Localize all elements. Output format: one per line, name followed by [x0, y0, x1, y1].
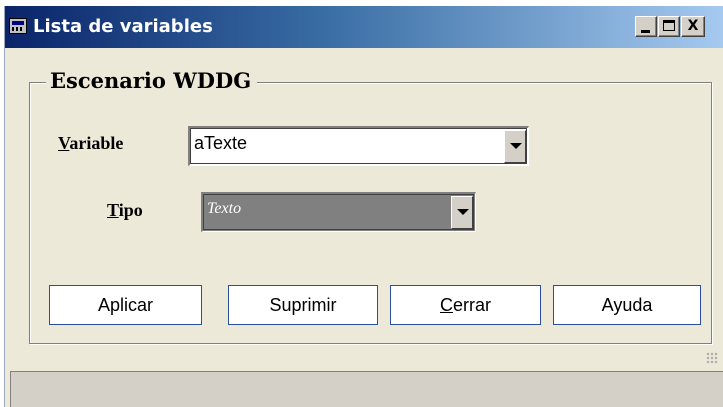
help-button[interactable]: Ayuda: [553, 285, 701, 325]
variable-select[interactable]: aTexte: [188, 126, 529, 166]
close-button-rest: errar: [452, 295, 491, 315]
minimize-button[interactable]: [635, 16, 657, 37]
tipo-dropdown-arrow-icon[interactable]: [451, 196, 473, 229]
app-window-icon[interactable]: [9, 18, 27, 34]
close-button-accel: C: [439, 295, 453, 315]
tipo-label-accel: T: [107, 200, 119, 220]
title-bar[interactable]: Lista de variables X: [5, 6, 723, 48]
variable-label-accel: V: [58, 133, 70, 153]
variable-dropdown-arrow-icon[interactable]: [504, 130, 526, 163]
maximize-icon: [663, 20, 675, 31]
minimize-icon: [641, 30, 650, 33]
variable-select-value: aTexte: [194, 133, 248, 153]
variable-label-rest: ariable: [69, 133, 124, 153]
tipo-label-rest: ipo: [118, 200, 143, 220]
window-title: Lista de variables: [33, 16, 213, 37]
close-button[interactable]: Cerrar: [390, 285, 541, 325]
close-window-button[interactable]: X: [681, 16, 705, 37]
groupbox-title: Escenario WDDG: [46, 69, 258, 93]
maximize-button[interactable]: [658, 16, 680, 37]
delete-button[interactable]: Suprimir: [228, 285, 378, 325]
tipo-select-value: Texto: [207, 200, 242, 217]
tipo-select[interactable]: Texto: [201, 192, 476, 232]
status-bar: [10, 371, 723, 407]
variable-label: Variable: [58, 133, 123, 154]
resize-grip-icon[interactable]: [706, 352, 718, 364]
apply-button[interactable]: Aplicar: [49, 285, 202, 325]
tipo-label: Tipo: [107, 200, 143, 221]
close-icon: X: [687, 18, 699, 34]
